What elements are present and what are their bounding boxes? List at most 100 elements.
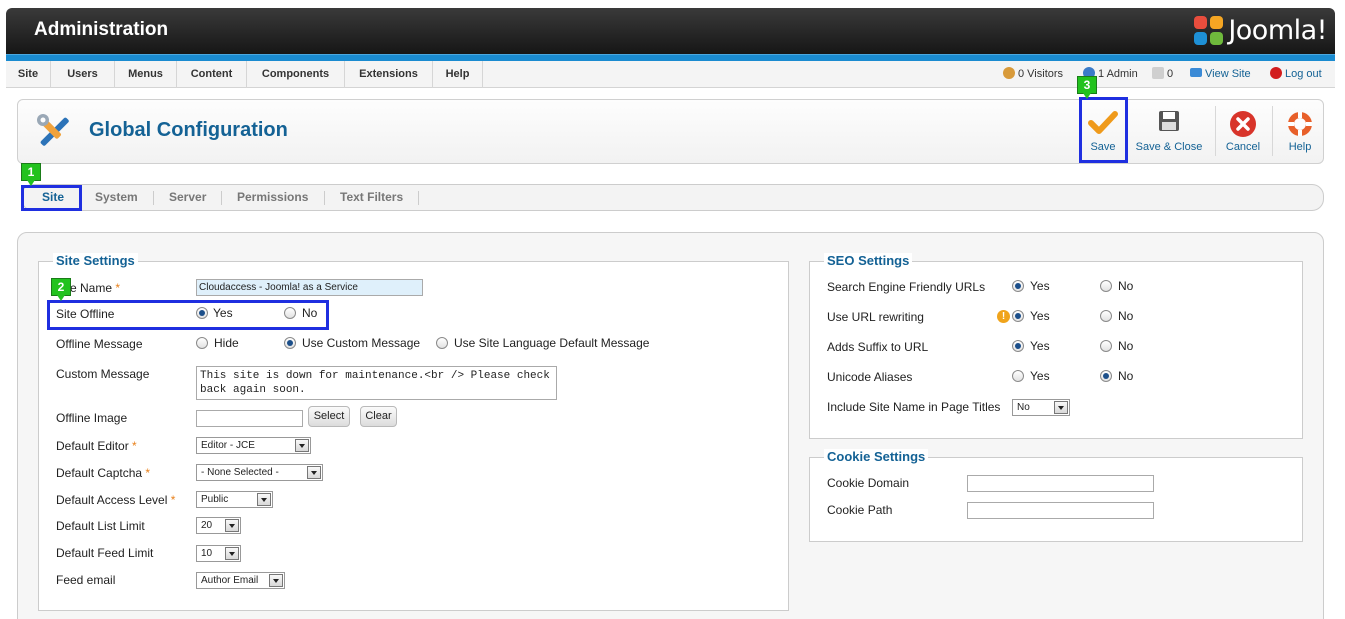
sef-urls-no-radio[interactable] <box>1100 280 1112 292</box>
suffix-no-label: No <box>1118 339 1134 353</box>
offline-image-input[interactable] <box>196 410 303 427</box>
menu-components[interactable]: Components <box>247 61 345 88</box>
unicode-no-radio[interactable] <box>1100 370 1112 382</box>
default-captcha-label-text: Default Captcha <box>56 466 143 480</box>
chevron-down-icon <box>225 547 239 560</box>
highlight-site-offline <box>47 300 329 330</box>
feed-limit-value: 10 <box>201 548 213 559</box>
select-image-button[interactable]: Select <box>308 406 350 427</box>
highlight-save-button <box>1079 97 1128 163</box>
sef-urls-label: Search Engine Friendly URLs <box>827 280 986 294</box>
chevron-down-icon <box>307 466 321 479</box>
tab-separator <box>153 191 154 205</box>
clear-image-button[interactable]: Clear <box>360 406 397 427</box>
menu-help[interactable]: Help <box>433 61 483 88</box>
default-editor-label: Default Editor * <box>56 439 137 453</box>
users-icon <box>1003 67 1015 79</box>
default-captcha-select[interactable]: - None Selected - <box>196 464 323 481</box>
cancel-label: Cancel <box>1225 141 1261 153</box>
default-captcha-label: Default Captcha * <box>56 466 150 480</box>
feed-email-select[interactable]: Author Email <box>196 572 285 589</box>
offline-message-hide-radio[interactable] <box>196 337 208 349</box>
unicode-yes-radio[interactable] <box>1012 370 1024 382</box>
default-editor-label-text: Default Editor <box>56 439 129 453</box>
suffix-label: Adds Suffix to URL <box>827 340 929 354</box>
default-access-value: Public <box>201 494 229 505</box>
sef-urls-yes-label: Yes <box>1030 279 1050 293</box>
url-rewriting-label: Use URL rewriting <box>827 310 924 324</box>
messages-status[interactable]: 0 <box>1152 61 1173 88</box>
default-access-select[interactable]: Public <box>196 491 273 508</box>
sef-urls-yes-radio[interactable] <box>1012 280 1024 292</box>
site-name-titles-label: Include Site Name in Page Titles <box>827 400 1001 414</box>
cookie-domain-input[interactable] <box>967 475 1154 492</box>
menu-content[interactable]: Content <box>177 61 247 88</box>
view-site-link[interactable]: View Site <box>1190 61 1251 88</box>
warning-icon[interactable]: ! <box>997 310 1010 323</box>
joomla-logo-icon <box>1194 15 1224 46</box>
url-rewriting-no-label: No <box>1118 309 1134 323</box>
logout-icon <box>1270 67 1282 79</box>
messages-count: 0 <box>1167 68 1174 80</box>
feed-limit-select[interactable]: 10 <box>196 545 241 562</box>
url-rewriting-yes-radio[interactable] <box>1012 310 1024 322</box>
required-marker: * <box>132 439 137 453</box>
offline-message-hide-label: Hide <box>214 336 239 350</box>
toolbar-separator <box>1272 106 1273 156</box>
offline-message-language-radio[interactable] <box>436 337 448 349</box>
lifebuoy-icon <box>1288 112 1312 136</box>
annotation-badge-2: 2 <box>51 278 71 301</box>
sef-urls-no-label: No <box>1118 279 1134 293</box>
menu-site[interactable]: Site <box>6 61 51 88</box>
default-editor-select[interactable]: Editor - JCE <box>196 437 311 454</box>
message-icon <box>1152 67 1164 79</box>
feed-limit-label: Default Feed Limit <box>56 546 154 560</box>
site-name-titles-select[interactable]: No <box>1012 399 1070 416</box>
offline-message-language-label: Use Site Language Default Message <box>454 336 650 350</box>
chevron-down-icon <box>225 519 239 532</box>
menu-users[interactable]: Users <box>51 61 115 88</box>
joomla-logo[interactable]: Joomla! <box>1194 15 1327 46</box>
menu-extensions[interactable]: Extensions <box>345 61 433 88</box>
admin-title: Administration <box>34 19 169 40</box>
list-limit-select[interactable]: 20 <box>196 517 241 534</box>
tab-system[interactable]: System <box>95 185 138 210</box>
chevron-down-icon <box>1054 401 1068 414</box>
url-rewriting-yes-label: Yes <box>1030 309 1050 323</box>
page-title: Global Configuration <box>89 119 288 141</box>
help-button[interactable]: Help <box>1278 100 1322 163</box>
visitors-status: 0 Visitors <box>1003 61 1063 88</box>
header-stripe <box>6 54 1335 61</box>
save-close-label: Save & Close <box>1135 141 1203 153</box>
suffix-no-radio[interactable] <box>1100 340 1112 352</box>
required-marker: * <box>115 281 121 295</box>
logout-link[interactable]: Log out <box>1270 61 1322 88</box>
cookie-path-input[interactable] <box>967 502 1154 519</box>
tab-text-filters[interactable]: Text Filters <box>340 185 403 210</box>
custom-message-textarea[interactable]: This site is down for maintenance.<br />… <box>196 366 557 400</box>
visitors-text: 0 Visitors <box>1018 68 1064 80</box>
main-menu-bar: Site Users Menus Content Components Exte… <box>6 61 1335 88</box>
suffix-yes-radio[interactable] <box>1012 340 1024 352</box>
tab-separator <box>324 191 325 205</box>
default-editor-value: Editor - JCE <box>201 440 255 451</box>
offline-message-custom-label: Use Custom Message <box>302 336 421 350</box>
cookie-path-label: Cookie Path <box>827 503 893 517</box>
custom-message-label: Custom Message <box>56 367 150 381</box>
offline-message-custom-radio[interactable] <box>284 337 296 349</box>
tab-separator <box>221 191 222 205</box>
cancel-button[interactable]: Cancel <box>1221 100 1265 163</box>
site-name-input[interactable]: Cloudaccess - Joomla! as a Service <box>196 279 423 296</box>
required-marker: * <box>145 466 151 480</box>
default-captcha-value: - None Selected - <box>201 467 279 478</box>
url-rewriting-no-radio[interactable] <box>1100 310 1112 322</box>
save-close-button[interactable]: Save & Close <box>1132 100 1206 163</box>
tab-permissions[interactable]: Permissions <box>237 185 308 210</box>
feed-email-label: Feed email <box>56 573 116 587</box>
chevron-down-icon <box>257 493 271 506</box>
tab-server[interactable]: Server <box>169 185 206 210</box>
site-name-titles-value: No <box>1017 402 1030 413</box>
seo-settings-legend: SEO Settings <box>824 253 913 268</box>
menu-menus[interactable]: Menus <box>115 61 177 88</box>
cookie-settings-fieldset: Cookie Settings <box>809 449 1303 542</box>
